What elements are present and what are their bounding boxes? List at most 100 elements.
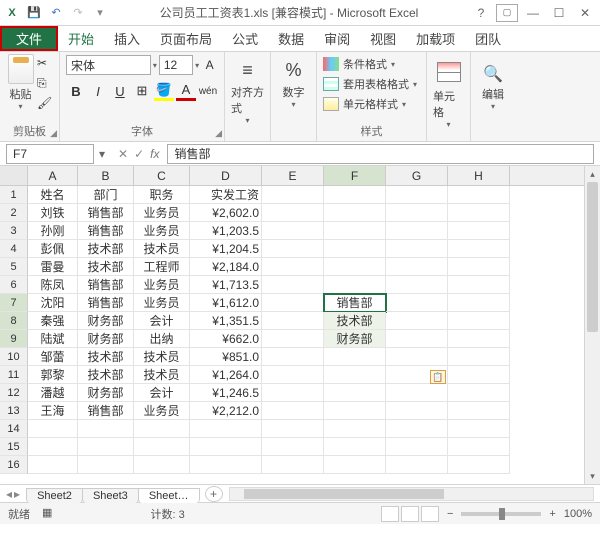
cell[interactable] — [386, 330, 448, 348]
macro-record-icon[interactable]: ▦ — [42, 506, 52, 522]
alignment-button[interactable]: ≡ 对齐方式 ▾ — [231, 54, 264, 125]
redo-icon[interactable]: ↷ — [70, 5, 86, 21]
cell[interactable] — [324, 186, 386, 204]
conditional-formatting-button[interactable]: 条件格式 ▾ — [323, 54, 420, 74]
scroll-thumb[interactable] — [587, 182, 598, 332]
cell[interactable] — [262, 330, 324, 348]
cell[interactable] — [448, 420, 510, 438]
cell[interactable] — [386, 186, 448, 204]
cell[interactable]: 实发工资 — [190, 186, 262, 204]
row-header[interactable]: 16 — [0, 456, 28, 474]
cell[interactable]: 会计 — [134, 384, 190, 402]
enter-formula-icon[interactable]: ✓ — [134, 147, 144, 161]
cell[interactable]: 财务部 — [324, 330, 386, 348]
cell[interactable] — [386, 204, 448, 222]
cell[interactable] — [386, 456, 448, 474]
chevron-down-icon[interactable]: ▾ — [446, 120, 450, 129]
cell[interactable] — [78, 420, 134, 438]
cell[interactable]: 财务部 — [78, 312, 134, 330]
paste-button[interactable]: 粘贴 ▾ — [6, 54, 35, 112]
cell[interactable]: 销售部 — [78, 276, 134, 294]
cell[interactable] — [134, 438, 190, 456]
cell[interactable]: 陆斌 — [28, 330, 78, 348]
cell[interactable]: 潘越 — [28, 384, 78, 402]
cell[interactable] — [262, 276, 324, 294]
col-header[interactable]: H — [448, 166, 510, 185]
cell[interactable]: 销售部 — [324, 294, 386, 312]
cell[interactable] — [262, 420, 324, 438]
cell[interactable] — [386, 348, 448, 366]
cell[interactable]: 孙刚 — [28, 222, 78, 240]
chevron-down-icon[interactable]: ▾ — [18, 102, 22, 111]
cell[interactable] — [386, 402, 448, 420]
help-icon[interactable]: ? — [470, 4, 492, 22]
italic-button[interactable]: I — [88, 81, 108, 101]
cell[interactable] — [78, 456, 134, 474]
cell[interactable] — [262, 186, 324, 204]
cell[interactable] — [324, 438, 386, 456]
cell[interactable]: 职务 — [134, 186, 190, 204]
cell[interactable]: ¥851.0 — [190, 348, 262, 366]
col-header[interactable]: G — [386, 166, 448, 185]
select-all-corner[interactable] — [0, 166, 28, 185]
cell[interactable] — [448, 186, 510, 204]
cell[interactable]: ¥1,203.5 — [190, 222, 262, 240]
cell[interactable] — [262, 294, 324, 312]
tab-team[interactable]: 团队 — [465, 26, 511, 51]
worksheet-grid[interactable]: A B C D E F G H 1姓名部门职务实发工资2刘铁销售部业务员¥2,6… — [0, 166, 600, 484]
cell[interactable]: 会计 — [134, 312, 190, 330]
cell[interactable]: ¥2,212.0 — [190, 402, 262, 420]
cell[interactable] — [262, 456, 324, 474]
cell[interactable]: 部门 — [78, 186, 134, 204]
cell[interactable] — [324, 384, 386, 402]
view-normal-icon[interactable] — [381, 506, 399, 522]
row-header[interactable]: 4 — [0, 240, 28, 258]
cell[interactable] — [448, 258, 510, 276]
scroll-down-icon[interactable]: ▾ — [585, 468, 600, 484]
row-header[interactable]: 3 — [0, 222, 28, 240]
chevron-down-icon[interactable]: ▾ — [245, 116, 249, 125]
cell[interactable]: ¥1,204.5 — [190, 240, 262, 258]
cell[interactable] — [448, 294, 510, 312]
row-header[interactable]: 8 — [0, 312, 28, 330]
chevron-down-icon[interactable]: ▾ — [195, 61, 199, 70]
row-header[interactable]: 14 — [0, 420, 28, 438]
cell[interactable]: 彭佩 — [28, 240, 78, 258]
cell[interactable]: 技术部 — [324, 312, 386, 330]
row-header[interactable]: 1 — [0, 186, 28, 204]
cell[interactable]: 王海 — [28, 402, 78, 420]
cell[interactable] — [262, 258, 324, 276]
sheet-nav-last-icon[interactable]: ▸ — [14, 487, 20, 501]
cell[interactable] — [262, 222, 324, 240]
vertical-scrollbar[interactable]: ▴ ▾ — [584, 166, 600, 484]
number-format-button[interactable]: % 数字 ▾ — [282, 54, 306, 109]
chevron-down-icon[interactable]: ▾ — [291, 100, 295, 109]
cell[interactable] — [324, 456, 386, 474]
cell[interactable] — [324, 420, 386, 438]
cell[interactable] — [324, 348, 386, 366]
cell[interactable]: 沈阳 — [28, 294, 78, 312]
cell[interactable] — [190, 456, 262, 474]
cell[interactable] — [28, 438, 78, 456]
cell[interactable] — [324, 222, 386, 240]
cell[interactable] — [448, 438, 510, 456]
cell[interactable] — [386, 276, 448, 294]
row-header[interactable]: 15 — [0, 438, 28, 456]
row-header[interactable]: 7 — [0, 294, 28, 312]
maximize-icon[interactable]: ☐ — [548, 4, 570, 22]
scroll-up-icon[interactable]: ▴ — [585, 166, 600, 182]
cell[interactable]: 技术员 — [134, 240, 190, 258]
scroll-thumb[interactable] — [244, 489, 444, 499]
undo-icon[interactable]: ↶ — [48, 5, 64, 21]
editing-button[interactable]: 🔍 编辑 ▾ — [482, 54, 504, 111]
cells-button[interactable]: 单元格 ▾ — [433, 54, 464, 129]
cell[interactable] — [324, 258, 386, 276]
tab-file[interactable]: 文件 — [0, 26, 58, 51]
cell[interactable]: 业务员 — [134, 294, 190, 312]
cell[interactable] — [262, 402, 324, 420]
format-as-table-button[interactable]: 套用表格格式 ▾ — [323, 74, 420, 94]
tab-view[interactable]: 视图 — [360, 26, 406, 51]
col-header[interactable]: F — [324, 166, 386, 185]
cell[interactable]: ¥1,612.0 — [190, 294, 262, 312]
tab-insert[interactable]: 插入 — [104, 26, 150, 51]
